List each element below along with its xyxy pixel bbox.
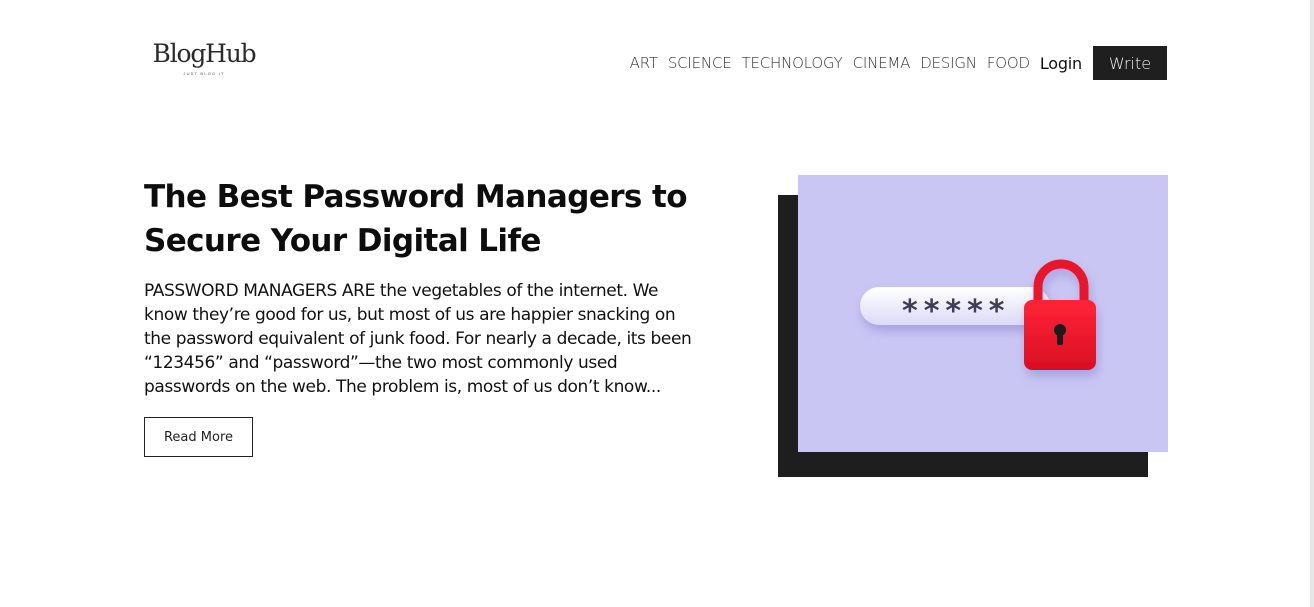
page: BlogHub JUST BLOG IT ART SCIENCE TECHNOL… bbox=[0, 0, 1314, 607]
login-link[interactable]: Login bbox=[1040, 54, 1082, 73]
password-mask: ***** bbox=[902, 294, 1010, 329]
write-button[interactable]: Write bbox=[1093, 46, 1167, 80]
nav-link-cinema[interactable]: CINEMA bbox=[853, 54, 911, 72]
post-title[interactable]: The Best Password Managers to Secure You… bbox=[144, 175, 724, 263]
post-image[interactable]: ***** bbox=[798, 175, 1168, 452]
nav-link-food[interactable]: FOOD bbox=[987, 54, 1030, 72]
nav-link-science[interactable]: SCIENCE bbox=[668, 54, 732, 72]
read-more-button[interactable]: Read More bbox=[144, 417, 253, 457]
nav-link-art[interactable]: ART bbox=[630, 54, 658, 72]
nav-link-technology[interactable]: TECHNOLOGY bbox=[742, 54, 843, 72]
logo-name: BlogHub bbox=[152, 39, 257, 68]
logo-tagline: JUST BLOG IT bbox=[183, 71, 225, 76]
main-nav: ART SCIENCE TECHNOLOGY CINEMA DESIGN FOO… bbox=[630, 46, 1167, 80]
post-excerpt: PASSWORD MANAGERS ARE the vegetables of … bbox=[144, 281, 692, 397]
padlock-icon bbox=[1024, 259, 1096, 370]
password-illustration: ***** bbox=[860, 259, 1096, 370]
logo[interactable]: BlogHub JUST BLOG IT bbox=[152, 39, 257, 77]
scrollbar[interactable] bbox=[1310, 0, 1314, 607]
nav-link-design[interactable]: DESIGN bbox=[920, 54, 977, 72]
